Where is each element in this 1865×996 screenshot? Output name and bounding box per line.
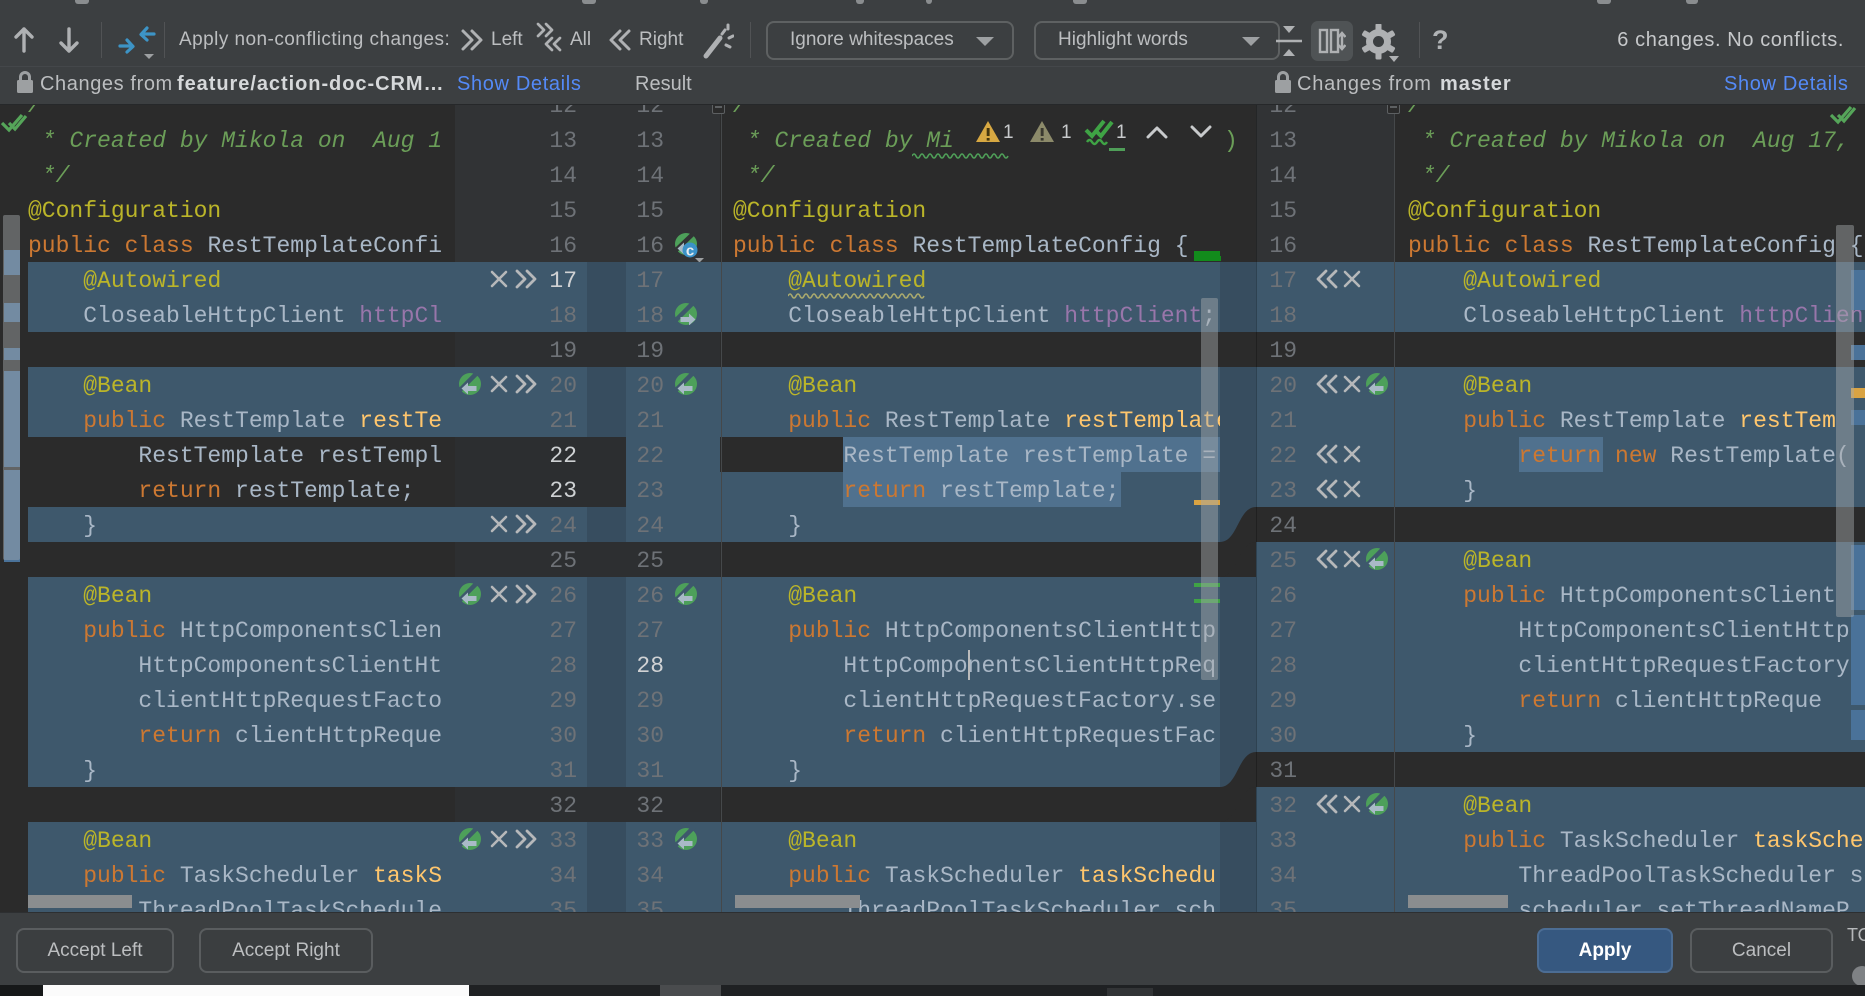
svg-text:c: c bbox=[686, 243, 694, 260]
